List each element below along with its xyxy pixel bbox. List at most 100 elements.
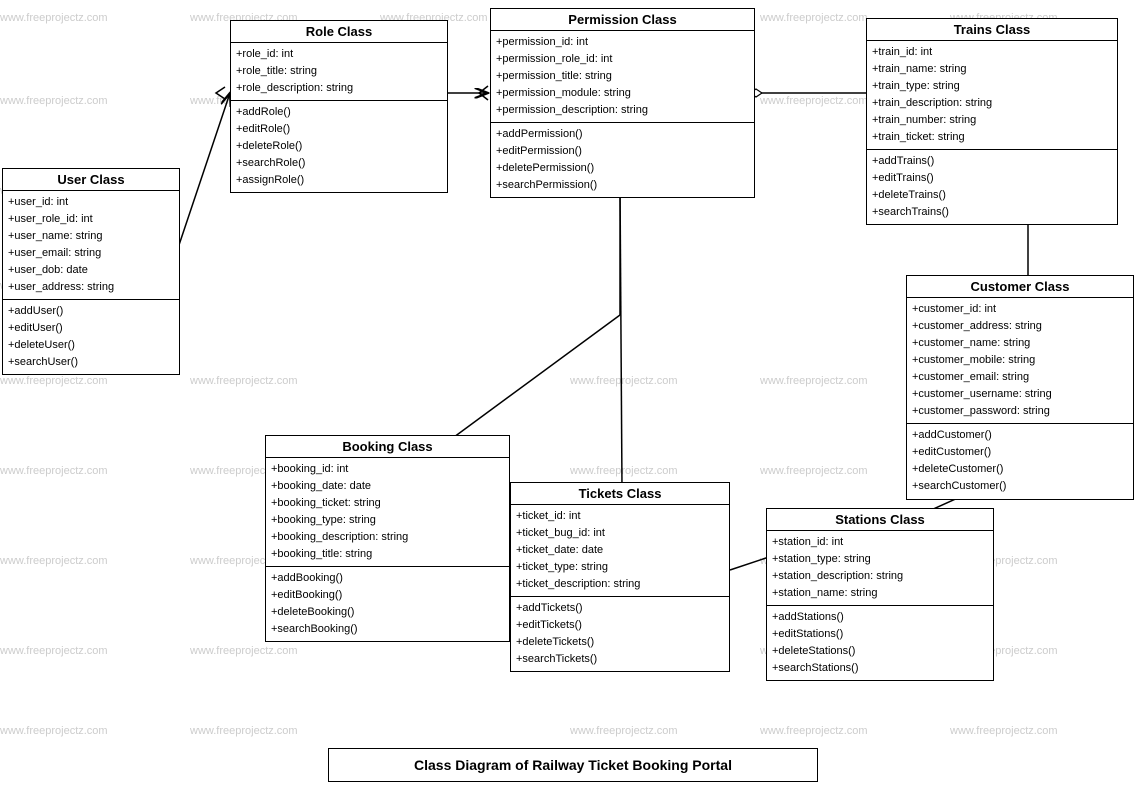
- customer-class-title: Customer Class: [907, 276, 1133, 298]
- perm-method-4: +searchPermission(): [496, 177, 749, 194]
- stations-attr-1: +station_id: int: [772, 534, 988, 551]
- user-attr-3: +user_name: string: [8, 228, 174, 245]
- role-attr-2: +role_title: string: [236, 63, 442, 80]
- watermark: www.freeprojectz.com: [0, 725, 108, 737]
- trains-class-attributes: +train_id: int +train_name: string +trai…: [867, 41, 1117, 150]
- watermark: www.freeprojectz.com: [570, 725, 678, 737]
- stations-class-title: Stations Class: [767, 509, 993, 531]
- stations-method-3: +deleteStations(): [772, 643, 988, 660]
- trains-attr-4: +train_description: string: [872, 95, 1112, 112]
- role-attr-1: +role_id: int: [236, 46, 442, 63]
- user-method-4: +searchUser(): [8, 354, 174, 371]
- perm-method-2: +editPermission(): [496, 143, 749, 160]
- stations-class: Stations Class +station_id: int +station…: [766, 508, 994, 681]
- tickets-method-1: +addTickets(): [516, 600, 724, 617]
- customer-attr-5: +customer_email: string: [912, 369, 1128, 386]
- stations-attr-2: +station_type: string: [772, 551, 988, 568]
- tickets-class-attributes: +ticket_id: int +ticket_bug_id: int +tic…: [511, 505, 729, 597]
- customer-attr-3: +customer_name: string: [912, 335, 1128, 352]
- permission-class-attributes: +permission_id: int +permission_role_id:…: [491, 31, 754, 123]
- customer-class: Customer Class +customer_id: int +custom…: [906, 275, 1134, 500]
- user-attr-5: +user_dob: date: [8, 262, 174, 279]
- role-class: Role Class +role_id: int +role_title: st…: [230, 20, 448, 193]
- booking-method-2: +editBooking(): [271, 587, 504, 604]
- perm-attr-1: +permission_id: int: [496, 34, 749, 51]
- watermark: www.freeprojectz.com: [0, 555, 108, 567]
- watermark: www.freeprojectz.com: [760, 12, 868, 24]
- booking-attr-1: +booking_id: int: [271, 461, 504, 478]
- trains-attr-6: +train_ticket: string: [872, 129, 1112, 146]
- tickets-class-title: Tickets Class: [511, 483, 729, 505]
- user-attr-6: +user_address: string: [8, 279, 174, 296]
- role-method-1: +addRole(): [236, 104, 442, 121]
- booking-method-4: +searchBooking(): [271, 621, 504, 638]
- booking-attr-5: +booking_description: string: [271, 529, 504, 546]
- tickets-attr-3: +ticket_date: date: [516, 542, 724, 559]
- booking-method-1: +addBooking(): [271, 570, 504, 587]
- role-attr-3: +role_description: string: [236, 80, 442, 97]
- watermark: www.freeprojectz.com: [0, 375, 108, 387]
- customer-attr-6: +customer_username: string: [912, 386, 1128, 403]
- tickets-attr-2: +ticket_bug_id: int: [516, 525, 724, 542]
- user-class-title: User Class: [3, 169, 179, 191]
- user-method-1: +addUser(): [8, 303, 174, 320]
- customer-method-4: +searchCustomer(): [912, 478, 1128, 495]
- booking-attr-6: +booking_title: string: [271, 546, 504, 563]
- customer-method-2: +editCustomer(): [912, 444, 1128, 461]
- trains-attr-5: +train_number: string: [872, 112, 1112, 129]
- watermark: www.freeprojectz.com: [0, 645, 108, 657]
- trains-class-title: Trains Class: [867, 19, 1117, 41]
- role-method-3: +deleteRole(): [236, 138, 442, 155]
- perm-method-1: +addPermission(): [496, 126, 749, 143]
- role-class-attributes: +role_id: int +role_title: string +role_…: [231, 43, 447, 101]
- user-class: User Class +user_id: int +user_role_id: …: [2, 168, 180, 375]
- user-class-attributes: +user_id: int +user_role_id: int +user_n…: [3, 191, 179, 300]
- watermark: www.freeprojectz.com: [0, 12, 108, 24]
- user-attr-2: +user_role_id: int: [8, 211, 174, 228]
- customer-class-attributes: +customer_id: int +customer_address: str…: [907, 298, 1133, 424]
- user-method-2: +editUser(): [8, 320, 174, 337]
- tickets-method-3: +deleteTickets(): [516, 634, 724, 651]
- user-method-3: +deleteUser(): [8, 337, 174, 354]
- trains-attr-3: +train_type: string: [872, 78, 1112, 95]
- booking-attr-4: +booking_type: string: [271, 512, 504, 529]
- tickets-method-2: +editTickets(): [516, 617, 724, 634]
- tickets-class: Tickets Class +ticket_id: int +ticket_bu…: [510, 482, 730, 672]
- trains-method-2: +editTrains(): [872, 170, 1112, 187]
- trains-method-4: +searchTrains(): [872, 204, 1112, 221]
- watermark: www.freeprojectz.com: [570, 465, 678, 477]
- trains-class-methods: +addTrains() +editTrains() +deleteTrains…: [867, 150, 1117, 224]
- customer-attr-4: +customer_mobile: string: [912, 352, 1128, 369]
- watermark: www.freeprojectz.com: [190, 375, 298, 387]
- user-attr-4: +user_email: string: [8, 245, 174, 262]
- stations-class-attributes: +station_id: int +station_type: string +…: [767, 531, 993, 606]
- booking-class-title: Booking Class: [266, 436, 509, 458]
- permission-class: Permission Class +permission_id: int +pe…: [490, 8, 755, 198]
- permission-class-methods: +addPermission() +editPermission() +dele…: [491, 123, 754, 197]
- customer-attr-1: +customer_id: int: [912, 301, 1128, 318]
- watermark: www.freeprojectz.com: [190, 725, 298, 737]
- booking-class-attributes: +booking_id: int +booking_date: date +bo…: [266, 458, 509, 567]
- stations-method-2: +editStations(): [772, 626, 988, 643]
- watermark: www.freeprojectz.com: [0, 95, 108, 107]
- role-method-2: +editRole(): [236, 121, 442, 138]
- booking-method-3: +deleteBooking(): [271, 604, 504, 621]
- diagram-caption: Class Diagram of Railway Ticket Booking …: [328, 748, 818, 782]
- watermark: www.freeprojectz.com: [190, 645, 298, 657]
- booking-class-methods: +addBooking() +editBooking() +deleteBook…: [266, 567, 509, 641]
- user-class-methods: +addUser() +editUser() +deleteUser() +se…: [3, 300, 179, 374]
- permission-class-title: Permission Class: [491, 9, 754, 31]
- watermark: www.freeprojectz.com: [760, 95, 868, 107]
- perm-attr-5: +permission_description: string: [496, 102, 749, 119]
- customer-class-methods: +addCustomer() +editCustomer() +deleteCu…: [907, 424, 1133, 498]
- tickets-attr-1: +ticket_id: int: [516, 508, 724, 525]
- watermark: www.freeprojectz.com: [570, 375, 678, 387]
- customer-attr-7: +customer_password: string: [912, 403, 1128, 420]
- caption-text: Class Diagram of Railway Ticket Booking …: [414, 757, 732, 773]
- role-class-title: Role Class: [231, 21, 447, 43]
- stations-method-1: +addStations(): [772, 609, 988, 626]
- perm-attr-3: +permission_title: string: [496, 68, 749, 85]
- perm-method-3: +deletePermission(): [496, 160, 749, 177]
- booking-class: Booking Class +booking_id: int +booking_…: [265, 435, 510, 642]
- booking-attr-2: +booking_date: date: [271, 478, 504, 495]
